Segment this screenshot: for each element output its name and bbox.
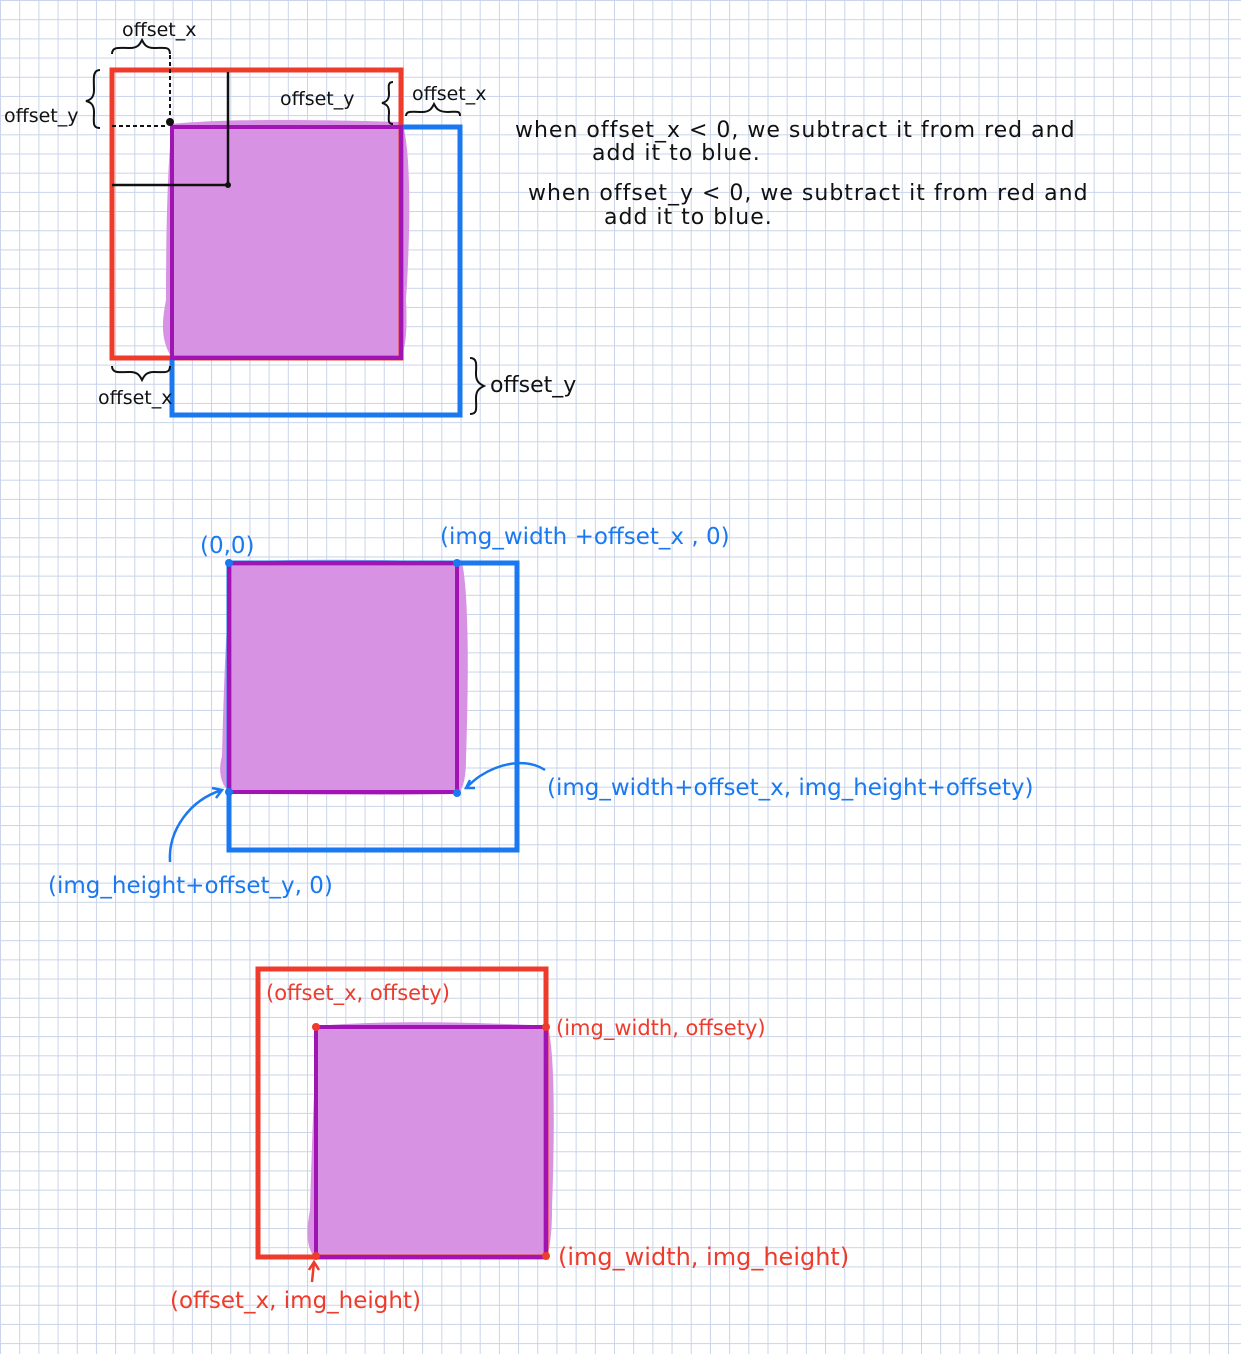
corner-dot bbox=[225, 559, 233, 567]
corner-dot bbox=[542, 1252, 550, 1260]
diagram-2: (0,0) (img_width +offset_x , 0) (img_wid… bbox=[48, 524, 1033, 899]
overlap-region bbox=[162, 120, 410, 361]
label-offset-x-right: offset_x bbox=[412, 83, 487, 105]
arrow-bottom-left bbox=[307, 1259, 321, 1283]
brace-right-bottom bbox=[469, 357, 487, 415]
label-bottom-left: (img_height+offset_y, 0) bbox=[48, 873, 333, 899]
diagram-1: offset_x offset_y offset_y offset_x offs… bbox=[4, 19, 576, 418]
corner-dot bbox=[312, 1023, 320, 1031]
note-line-1a: when offset_x < 0, we subtract it from r… bbox=[515, 118, 1076, 143]
brace-left bbox=[85, 69, 101, 129]
note-line-2a: when offset_y < 0, we subtract it from r… bbox=[528, 181, 1089, 206]
brace-inner bbox=[381, 81, 394, 125]
overlap-region bbox=[220, 559, 468, 795]
diagram-3: (offset_x, offsety) (img_width, offsety)… bbox=[170, 966, 849, 1314]
corner-dot bbox=[225, 788, 233, 796]
label-top-right: (img_width, offsety) bbox=[556, 1016, 766, 1041]
label-offset-y-bottom-right: offset_y bbox=[490, 373, 576, 398]
notes: when offset_x < 0, we subtract it from r… bbox=[515, 118, 1089, 230]
corner-dot bbox=[453, 559, 461, 567]
label-bottom-left: (offset_x, img_height) bbox=[170, 1288, 421, 1314]
corner-dot bbox=[542, 1023, 550, 1031]
arrow-bottom-left bbox=[168, 786, 225, 863]
brace-right-top bbox=[405, 101, 461, 117]
label-offset-x-bottom: offset_x bbox=[98, 387, 173, 409]
label-top-left: (0,0) bbox=[200, 533, 255, 559]
arrow-bottom-right bbox=[463, 761, 546, 790]
corner-dot bbox=[453, 789, 461, 797]
brace-top bbox=[111, 37, 171, 55]
label-bottom-right: (img_width, img_height) bbox=[558, 1243, 849, 1271]
corner-dot bbox=[312, 1252, 320, 1260]
label-offset-y-left: offset_y bbox=[4, 105, 79, 127]
label-bottom-right: (img_width+offset_x, img_height+offsety) bbox=[547, 775, 1033, 801]
corner-dot bbox=[166, 118, 174, 126]
brace-bottom bbox=[111, 365, 171, 383]
label-offset-y-inner: offset_y bbox=[280, 88, 355, 110]
note-line-1b: add it to blue. bbox=[592, 141, 761, 166]
label-top-right: (img_width +offset_x , 0) bbox=[440, 524, 730, 550]
corner-dot bbox=[225, 182, 231, 188]
label-offset-x-top: offset_x bbox=[122, 19, 197, 41]
sketch-canvas: offset_x offset_y offset_y offset_x offs… bbox=[4, 19, 1089, 1314]
note-line-2b: add it to blue. bbox=[604, 205, 773, 230]
overlap-region bbox=[307, 1022, 554, 1259]
label-top-left: (offset_x, offsety) bbox=[266, 981, 450, 1006]
